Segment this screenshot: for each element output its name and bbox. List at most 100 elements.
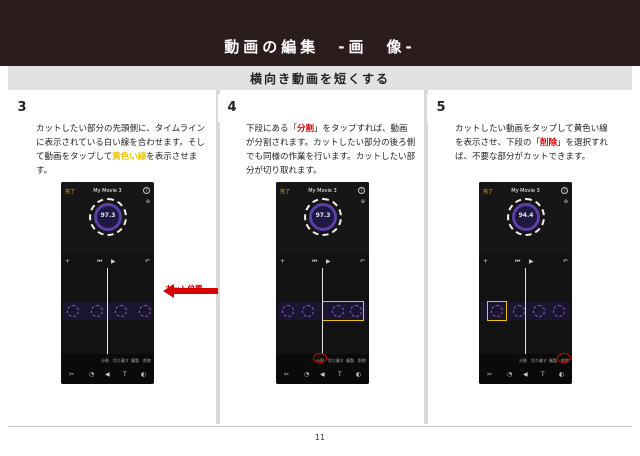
volume-icon[interactable]: ◀ <box>320 371 325 378</box>
step-panel-4: 4 下段にある「分割」をタップすれば、動画が分割されます。カットしたい部分の後ろ… <box>218 90 428 424</box>
highlight-circle <box>313 353 327 363</box>
timeline[interactable]: + ⏮ ▶ ↶ <box>61 254 154 354</box>
chapter-header: 動画の編集 -画 像- <box>0 0 640 66</box>
section-header: 横向き動画を短くする <box>8 66 632 90</box>
gauge-inner: 97.3 <box>309 203 337 231</box>
clip-frame <box>332 305 344 317</box>
gauge-value: 97.3 <box>315 212 331 219</box>
add-icon[interactable]: + <box>483 258 488 265</box>
step-highlight: 黄色い線 <box>112 152 147 162</box>
add-icon[interactable]: + <box>280 258 285 265</box>
play-icon[interactable]: ▶ <box>529 258 534 265</box>
step-description: 下段にある「分割」をタップすれば、動画が分割されます。カットしたい部分の後ろ側で… <box>246 122 416 178</box>
playhead-line[interactable] <box>107 268 108 354</box>
preview-area: 完了 My Movie 3 ? ⊕ 97.3 <box>276 182 369 254</box>
tab-delete[interactable]: 削除 <box>358 358 366 364</box>
undo-icon[interactable]: ↶ <box>145 258 150 265</box>
gauge-ring: 94.4 <box>507 198 545 236</box>
movie-title: My Movie 3 <box>308 188 337 194</box>
playhead-line[interactable] <box>525 268 526 354</box>
undo-icon[interactable]: ↶ <box>360 258 365 265</box>
help-icon[interactable]: ? <box>143 187 150 194</box>
clip-frame <box>302 305 314 317</box>
highlight-circle <box>557 353 571 363</box>
tab-duplicate[interactable]: 複製 <box>346 358 354 364</box>
gauge-inner: 97.3 <box>94 203 122 231</box>
clip-frame <box>91 305 103 317</box>
scissors-icon[interactable]: ✂ <box>69 371 74 378</box>
preview-area: 完了 My Movie 3 ? ⊕ 97.3 <box>61 182 154 254</box>
tab-split[interactable]: 分割 <box>519 358 527 364</box>
step-number: 5 <box>427 94 455 122</box>
add-icon[interactable]: + <box>65 258 70 265</box>
step-panel-5: 5 カットしたい動画をタップして黄色い線を表示させ、下段の「削除」を選択すれば、… <box>427 90 632 424</box>
clip-frame <box>533 305 545 317</box>
step-number: 4 <box>218 94 246 122</box>
phone-screenshot: 完了 My Movie 3 ? ⊕ 94.4 + ⏮ ▶ ↶ 分割 切り離す 複… <box>479 182 572 384</box>
clip-frame <box>350 305 362 317</box>
help-icon[interactable]: ? <box>358 187 365 194</box>
tab-duplicate[interactable]: 複製 <box>549 358 557 364</box>
step-panel-3: 3 カットしたい部分の先頭側に、タイムラインに表示されている白い線を合わせます。… <box>8 90 218 424</box>
movie-title: My Movie 3 <box>511 188 540 194</box>
tab-delete[interactable]: 削除 <box>143 358 151 364</box>
step-highlight: 分割 <box>297 124 315 134</box>
filter-icon[interactable]: ◐ <box>559 371 564 378</box>
page-number: 11 <box>314 433 326 442</box>
tab-detach[interactable]: 切り離す <box>328 358 344 364</box>
tool-bar: ✂ ◔ ◀ T ◐ <box>479 368 572 384</box>
help-icon[interactable]: ? <box>561 187 568 194</box>
clip-frame <box>139 305 151 317</box>
tab-split[interactable]: 分割 <box>101 358 109 364</box>
timeline[interactable]: + ⏮ ▶ ↶ <box>276 254 369 354</box>
clip-frame <box>115 305 127 317</box>
scissors-icon[interactable]: ✂ <box>487 371 492 378</box>
timeline[interactable]: + ⏮ ▶ ↶ <box>479 254 572 354</box>
movie-title: My Movie 3 <box>93 188 122 194</box>
clip-frame <box>553 305 565 317</box>
volume-icon[interactable]: ◀ <box>523 371 528 378</box>
step-text-before: 下段にある「 <box>246 124 298 134</box>
speed-icon[interactable]: ◔ <box>89 371 94 378</box>
gauge-value: 97.3 <box>100 212 116 219</box>
text-icon[interactable]: T <box>541 371 545 378</box>
zoom-icon[interactable]: ⊕ <box>361 199 365 205</box>
undo-icon[interactable]: ↶ <box>563 258 568 265</box>
tab-duplicate[interactable]: 複製 <box>131 358 139 364</box>
step-highlight: 削除 <box>540 138 558 148</box>
playhead-line[interactable] <box>322 268 323 354</box>
speed-icon[interactable]: ◔ <box>304 371 309 378</box>
rewind-icon[interactable]: ⏮ <box>515 258 520 266</box>
filter-icon[interactable]: ◐ <box>356 371 361 378</box>
speed-icon[interactable]: ◔ <box>507 371 512 378</box>
play-icon[interactable]: ▶ <box>111 258 116 265</box>
section-title: 横向き動画を短くする <box>249 72 390 86</box>
clip-frame <box>282 305 294 317</box>
clip-frame <box>491 305 503 317</box>
text-icon[interactable]: T <box>123 371 127 378</box>
phone-screenshot: 完了 My Movie 3 ? ⊕ 97.3 + ⏮ ▶ ↶ 分割 切り離す 複… <box>61 182 154 384</box>
clip-frame <box>513 305 525 317</box>
rewind-icon[interactable]: ⏮ <box>97 258 102 266</box>
zoom-icon[interactable]: ⊕ <box>146 199 150 205</box>
gauge-value: 94.4 <box>518 212 534 219</box>
zoom-icon[interactable]: ⊕ <box>564 199 568 205</box>
volume-icon[interactable]: ◀ <box>105 371 110 378</box>
clip-frame <box>67 305 79 317</box>
edit-tabs: 分割 切り離す 複製 削除 <box>61 354 154 368</box>
tab-detach[interactable]: 切り離す <box>113 358 129 364</box>
chapter-title: 動画の編集 -画 像- <box>224 38 416 56</box>
gauge-ring: 97.3 <box>304 198 342 236</box>
text-icon[interactable]: T <box>338 371 342 378</box>
step-description: カットしたい動画をタップして黄色い線を表示させ、下段の「削除」を選択すれば、不要… <box>455 122 615 164</box>
tab-detach[interactable]: 切り離す <box>531 358 547 364</box>
gauge-inner: 94.4 <box>512 203 540 231</box>
tool-bar: ✂ ◔ ◀ T ◐ <box>61 368 154 384</box>
footer-divider <box>8 426 632 427</box>
filter-icon[interactable]: ◐ <box>141 371 146 378</box>
scissors-icon[interactable]: ✂ <box>284 371 289 378</box>
gauge-ring: 97.3 <box>89 198 127 236</box>
tool-bar: ✂ ◔ ◀ T ◐ <box>276 368 369 384</box>
play-icon[interactable]: ▶ <box>326 258 331 265</box>
rewind-icon[interactable]: ⏮ <box>312 258 317 266</box>
